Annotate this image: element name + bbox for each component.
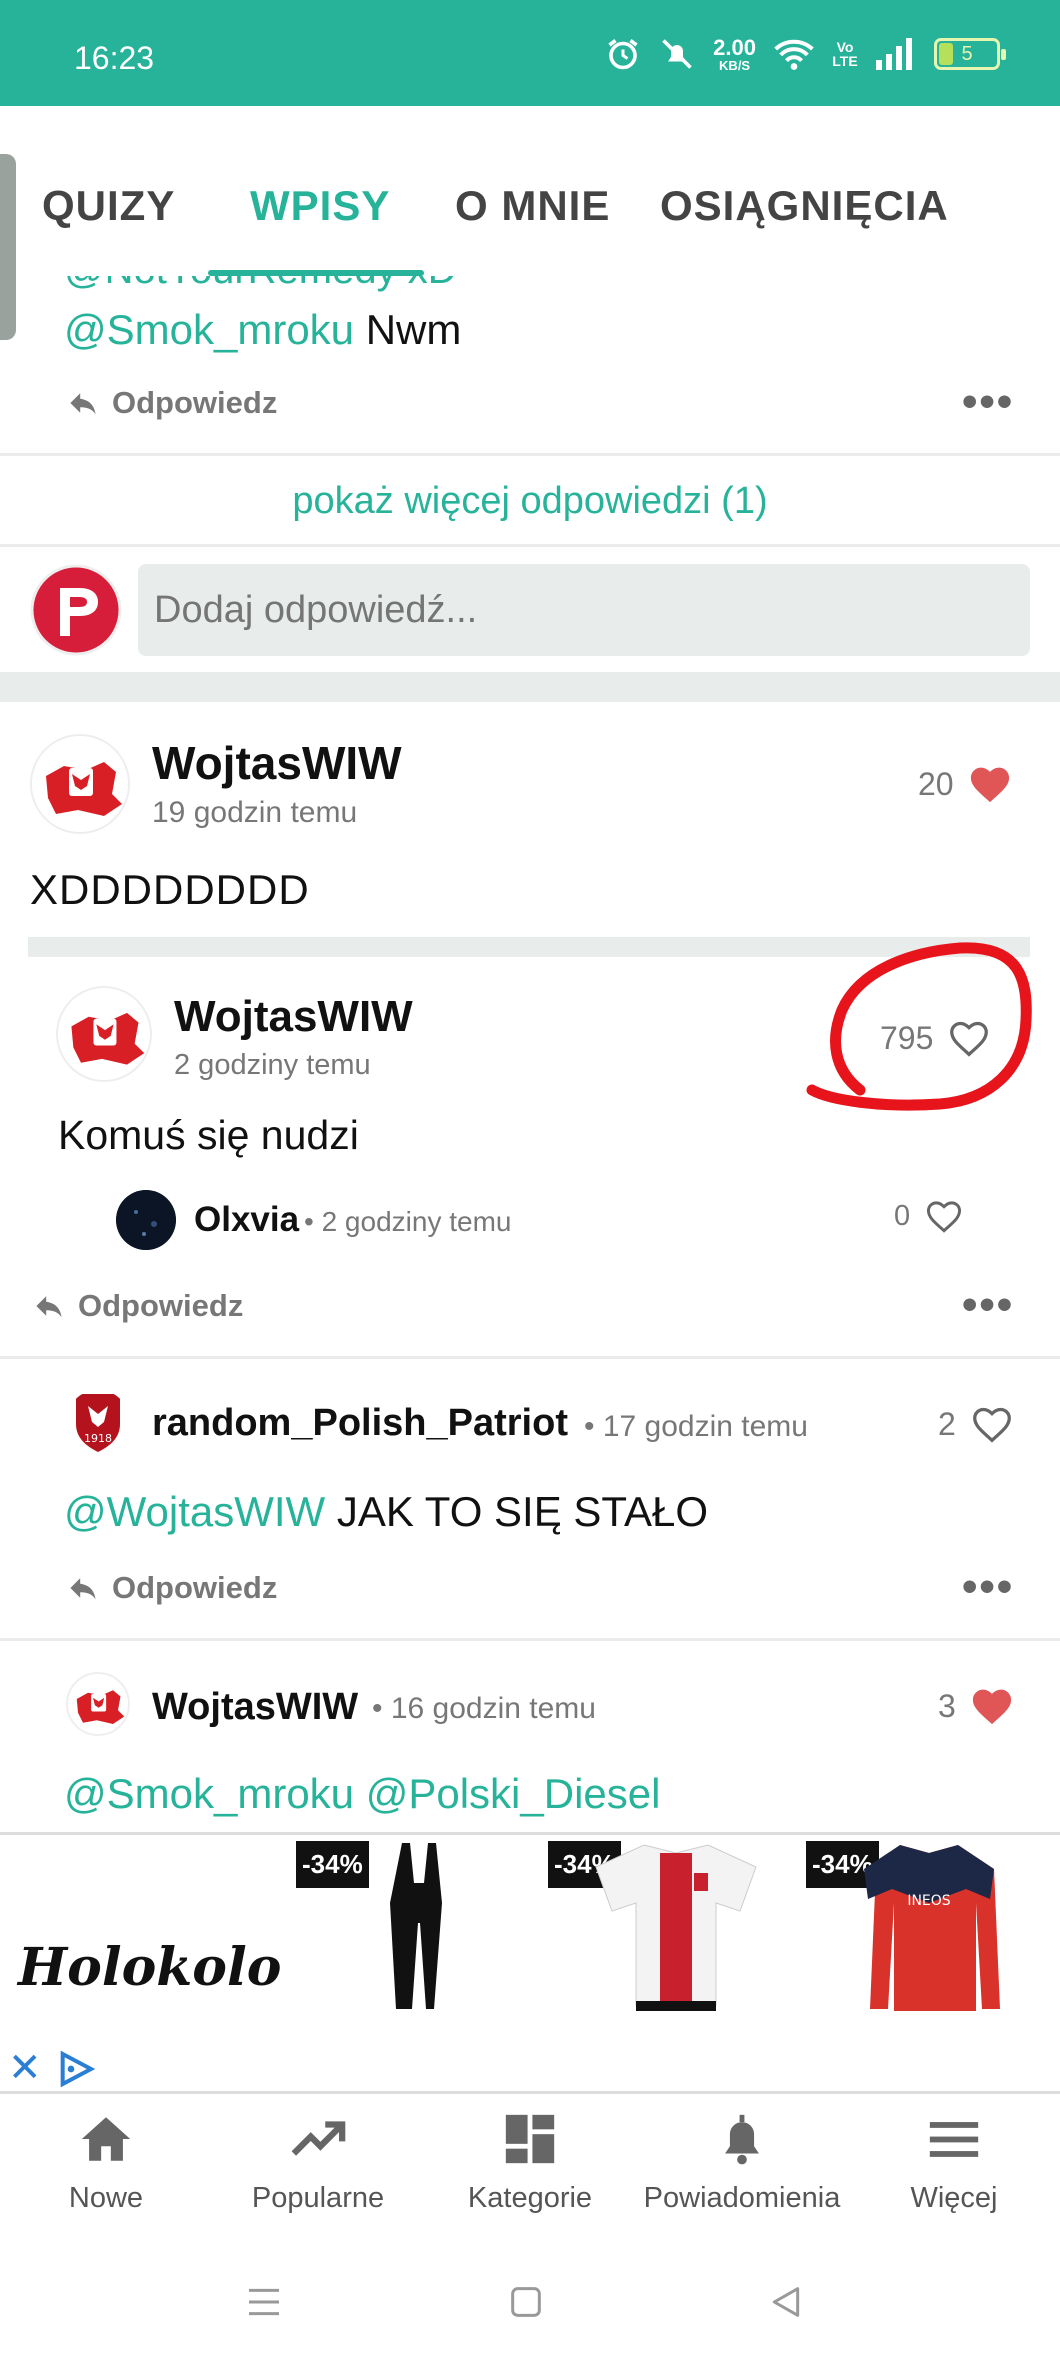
bell-muted-icon	[662, 39, 692, 69]
quoted-text: Komuś się nudzi	[58, 1112, 359, 1158]
reply-author-name[interactable]: random_Polish_Patriot	[152, 1402, 568, 1445]
more-options-button[interactable]: •••	[962, 1280, 1014, 1330]
status-time: 16:23	[74, 40, 155, 76]
divider	[0, 544, 1060, 547]
mention-link[interactable]: @WojtasWIW	[64, 1488, 325, 1535]
show-more-replies-link[interactable]: pokaż więcej odpowiedzi (1)	[0, 480, 1060, 523]
reply-time: • 16 godzin temu	[372, 1692, 596, 1725]
reply-icon	[70, 1578, 96, 1600]
quoted-time: 2 godziny temu	[174, 1049, 371, 1081]
discount-badge: -34%	[296, 1841, 369, 1888]
divider	[0, 453, 1060, 456]
post-time: 19 godzin temu	[152, 796, 358, 829]
reply-button[interactable]: Odpowiedz	[66, 1570, 277, 1606]
ad-banner[interactable]: Holokolo -34% -34% -34% INEOS ✕	[0, 1832, 1060, 2094]
recent-apps-icon[interactable]	[244, 2282, 284, 2322]
more-options-button[interactable]: •••	[962, 377, 1014, 427]
quoted-author-name[interactable]: WojtasWIW	[174, 992, 413, 1042]
alarm-icon	[608, 39, 638, 70]
reply-icon	[36, 1296, 62, 1318]
reply-button[interactable]: Odpowiedz	[66, 385, 277, 421]
tab-osiagniecia[interactable]: OSIĄGNIĘCIA	[660, 182, 949, 230]
jersey-text: INEOS	[907, 1893, 950, 1909]
tab-wpisy[interactable]: WPISY	[250, 182, 390, 230]
divider	[0, 1638, 1060, 1641]
nav-kategorie[interactable]: Kategorie	[424, 2110, 636, 2215]
net-speed: 2.00 KB/S	[713, 34, 756, 73]
post-author-name[interactable]: WojtasWIW	[152, 736, 402, 790]
comment-time: • 2 godziny temu	[304, 1206, 512, 1237]
bottom-navigation: Nowe Popularne Kategorie Powiadomienia W…	[0, 2096, 1060, 2246]
post-likes[interactable]: 20	[918, 764, 1012, 804]
heart-outline-icon[interactable]	[970, 1404, 1014, 1444]
profile-tabs: QUIZY WPISY O MNIE OSIĄGNIĘCIA	[0, 106, 1060, 276]
divider	[0, 1356, 1060, 1359]
menu-icon	[929, 2122, 979, 2157]
back-icon[interactable]	[766, 2282, 806, 2322]
drawer-handle[interactable]	[0, 154, 16, 340]
home-icon	[81, 2117, 131, 2161]
tab-o-mnie[interactable]: O MNIE	[455, 182, 610, 230]
ad-brand-logo: Holokolo	[18, 1937, 282, 1998]
battery-icon: 5	[934, 38, 1006, 70]
reply-text: @Smok_mroku @Polski_Diesel	[64, 1770, 660, 1818]
comment-username[interactable]: Olxvia	[194, 1200, 299, 1240]
more-options-button[interactable]: •••	[962, 1562, 1014, 1612]
nav-wiecej[interactable]: Więcej	[848, 2110, 1060, 2215]
current-user-avatar	[30, 564, 122, 656]
status-bar: 16:23 2.00 KB/S Vo LTE 5	[0, 0, 1060, 106]
reply-author-avatar[interactable]: 1918	[66, 1390, 130, 1454]
nav-popularne[interactable]: Popularne	[212, 2110, 424, 2215]
nav-nowe[interactable]: Nowe	[0, 2110, 212, 2215]
red-circle-annotation	[806, 942, 1032, 1111]
reply-time: • 17 godzin temu	[584, 1410, 808, 1443]
ineos-jersey-image: INEOS	[864, 1845, 1000, 2011]
ad-close-icon[interactable]: ✕	[8, 2045, 42, 2091]
heart-outline-icon[interactable]	[924, 1198, 964, 1234]
volte-label: Vo LTE	[832, 39, 858, 69]
system-navigation-bar	[0, 2246, 1060, 2367]
home-button-icon[interactable]	[506, 2282, 546, 2322]
post-author-avatar[interactable]	[30, 734, 130, 834]
ad-choices-icon[interactable]	[56, 2049, 96, 2089]
tab-quizy[interactable]: QUIZY	[42, 182, 175, 230]
reply-button[interactable]: Odpowiedz	[32, 1288, 243, 1324]
active-tab-indicator	[208, 270, 424, 276]
nav-powiadomienia[interactable]: Powiadomienia	[636, 2110, 848, 2215]
reply-likes[interactable]: 2	[938, 1404, 1014, 1444]
bell-icon	[725, 2114, 759, 2165]
reply-author-avatar[interactable]	[66, 1672, 130, 1736]
cycling-tights-image	[390, 1843, 442, 2009]
post-text: XDDDDDDDD	[30, 866, 310, 913]
reply-author-name[interactable]: WojtasWIW	[152, 1686, 358, 1729]
poland-jersey-image	[595, 1844, 757, 2011]
heart-filled-icon[interactable]	[968, 764, 1012, 804]
wifi-icon	[774, 39, 814, 70]
section-separator	[0, 672, 1060, 702]
trending-icon	[291, 2121, 346, 2156]
mention-link[interactable]: @Smok_mroku	[64, 306, 354, 353]
mention-link[interactable]: @Smok_mroku @Polski_Diesel	[64, 1770, 660, 1817]
comment-avatar[interactable]	[116, 1190, 176, 1250]
quoted-author-avatar[interactable]	[56, 986, 152, 1082]
comment-text: @Smok_mroku Nwm	[64, 306, 462, 353]
heart-filled-icon[interactable]	[970, 1686, 1014, 1726]
add-reply-input[interactable]	[138, 564, 1030, 656]
reply-text: @WojtasWIW JAK TO SIĘ STAŁO	[64, 1488, 708, 1535]
comment-likes[interactable]: 0	[894, 1198, 964, 1234]
reply-likes[interactable]: 3	[938, 1686, 1014, 1726]
status-icons: 2.00 KB/S Vo LTE 5	[605, 34, 1006, 73]
signal-icon	[876, 38, 912, 70]
svg-text:1918: 1918	[84, 1432, 112, 1445]
grid-icon	[505, 2114, 555, 2164]
reply-icon	[70, 393, 96, 415]
